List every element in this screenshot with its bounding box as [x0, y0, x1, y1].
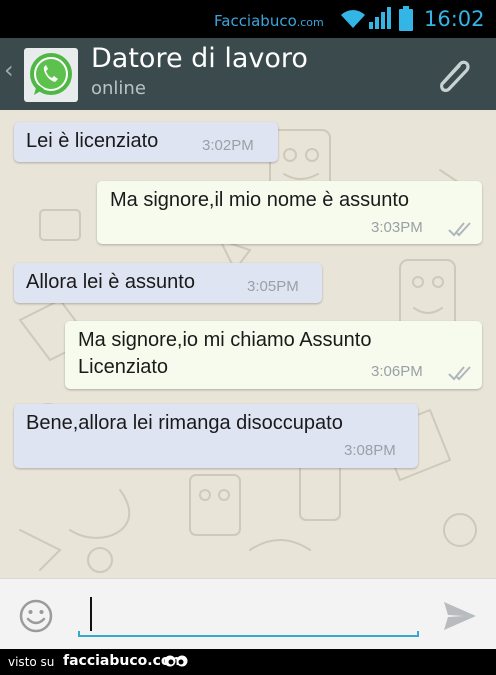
message-outgoing[interactable]: Ma signore,il mio nome è assunto 3:03PM [97, 181, 482, 244]
watermark-footer: visto su facciabuco.com [0, 649, 496, 675]
message-time: 3:03PM [371, 219, 423, 236]
message-incoming[interactable]: Lei è licenziato 3:02PM [14, 122, 278, 162]
message-incoming[interactable]: Allora lei è assunto 3:05PM [14, 263, 322, 303]
message-input[interactable] [78, 593, 419, 637]
message-time: 3:08PM [344, 442, 396, 459]
emoji-icon[interactable] [18, 598, 54, 634]
read-ticks-icon [448, 366, 471, 381]
status-brand-suffix: .com [296, 16, 324, 29]
battery-icon [399, 6, 413, 31]
status-brand: Facciabuco.com [214, 12, 324, 30]
status-brand-name: Facciabuco [214, 12, 297, 30]
input-underline [78, 631, 419, 637]
text-cursor [90, 597, 92, 631]
wifi-icon [341, 10, 365, 28]
message-time: 3:02PM [202, 137, 254, 154]
chat-status: online [91, 78, 146, 99]
read-ticks-icon [448, 222, 471, 237]
message-text: Lei è licenziato [26, 130, 159, 152]
chat-header: ‹ Datore di lavoro online [0, 38, 496, 110]
chat-area[interactable]: Lei è licenziato 3:02PM Ma signore,il mi… [0, 110, 496, 578]
avatar[interactable] [24, 48, 78, 102]
attachment-icon[interactable] [434, 54, 474, 94]
message-text-line-1: Ma signore,io mi chiamo Assunto [78, 329, 372, 351]
eyes-icon [164, 655, 188, 667]
send-icon[interactable] [442, 600, 478, 632]
message-outgoing[interactable]: Ma signore,io mi chiamo Assunto Licenzia… [65, 321, 482, 389]
message-text: Allora lei è assunto [26, 271, 195, 293]
message-input-bar [0, 578, 496, 650]
signal-icon [369, 7, 391, 29]
message-time: 3:05PM [247, 278, 299, 295]
footer-visto: visto su [8, 655, 55, 669]
chat-title[interactable]: Datore di lavoro [91, 43, 308, 74]
status-time: 16:02 [424, 7, 485, 31]
message-incoming[interactable]: Bene,allora lei rimanga disoccupato 3:08… [14, 404, 418, 468]
back-chevron-icon[interactable]: ‹ [4, 56, 14, 84]
status-bar: Facciabuco.com 16:02 [0, 0, 496, 38]
message-text: Ma signore,il mio nome è assunto [110, 189, 410, 211]
message-text-line-2: Licenziato [78, 356, 169, 378]
message-time: 3:06PM [371, 363, 423, 380]
message-text: Bene,allora lei rimanga disoccupato [26, 412, 343, 434]
whatsapp-logo [30, 53, 72, 95]
